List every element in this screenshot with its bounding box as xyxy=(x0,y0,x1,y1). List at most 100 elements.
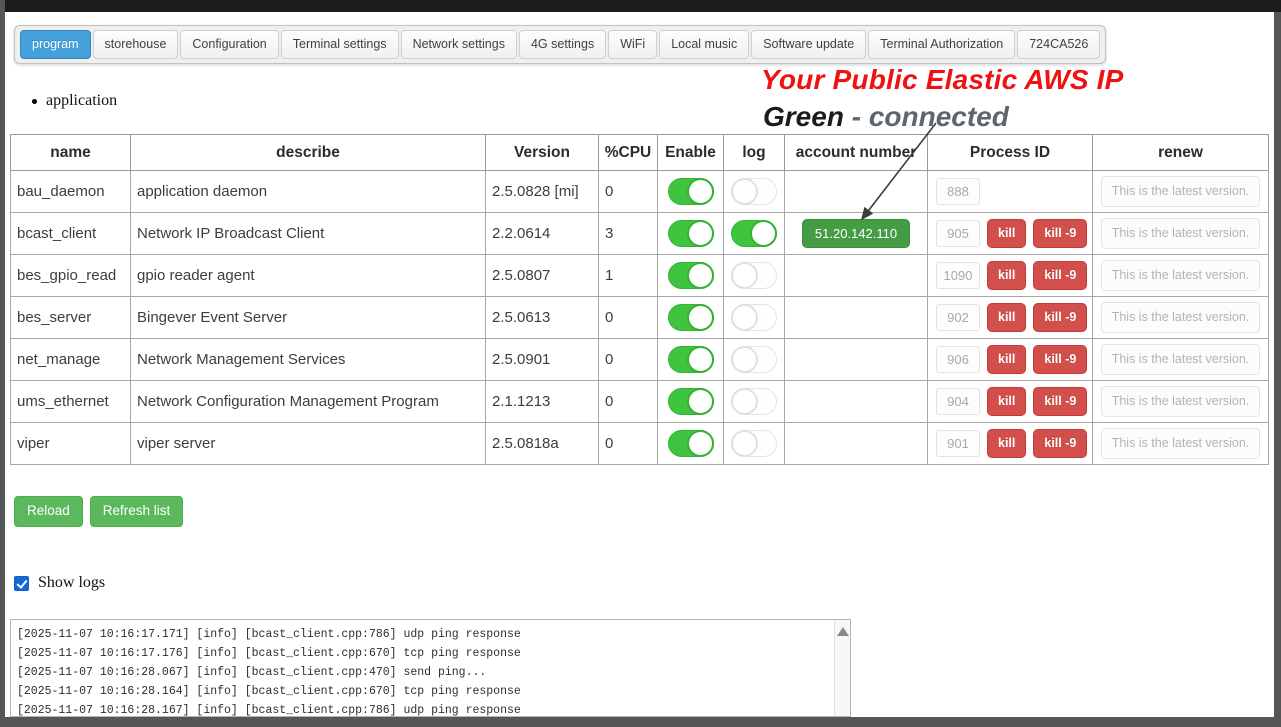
cell-name: net_manage xyxy=(11,339,131,381)
kill-button[interactable]: kill xyxy=(987,429,1026,458)
process-id-box: 904 xyxy=(936,388,980,415)
cell-name: bes_gpio_read xyxy=(11,255,131,297)
enable-toggle[interactable] xyxy=(668,262,714,289)
cell-name: viper xyxy=(11,423,131,465)
show-logs-checkbox[interactable] xyxy=(14,576,29,591)
log-scrollbar[interactable] xyxy=(834,620,850,716)
kill9-button[interactable]: kill -9 xyxy=(1033,345,1087,374)
cell-cpu: 0 xyxy=(599,423,658,465)
tab-terminal-settings[interactable]: Terminal settings xyxy=(281,30,399,59)
table-header-row: namedescribeVersion%CPUEnablelogaccount … xyxy=(11,135,1269,171)
cell-version: 2.5.0828 [mi] xyxy=(486,171,599,213)
toggle-knob xyxy=(731,346,758,373)
annotation-connected-word: - connected xyxy=(852,101,1009,132)
tab-local-music[interactable]: Local music xyxy=(659,30,749,59)
annotation-line1: Your Public Elastic AWS IP xyxy=(761,64,1124,96)
enable-toggle[interactable] xyxy=(668,178,714,205)
log-toggle[interactable] xyxy=(731,178,777,205)
enable-toggle[interactable] xyxy=(668,304,714,331)
show-logs-label: Show logs xyxy=(38,574,105,592)
toggle-knob xyxy=(687,178,714,205)
tab-label: Software update xyxy=(763,37,854,51)
tab-label: Terminal settings xyxy=(293,37,387,51)
log-toggle[interactable] xyxy=(731,388,777,415)
tab-label: program xyxy=(32,37,79,51)
cell-name: bau_daemon xyxy=(11,171,131,213)
toggle-knob xyxy=(687,304,714,331)
log-output[interactable]: [2025-11-07 10:16:17.171] [info] [bcast_… xyxy=(10,619,851,717)
section-label: application xyxy=(46,92,117,110)
reload-button[interactable]: Reload xyxy=(14,496,83,527)
tab-label: storehouse xyxy=(105,37,167,51)
tab-label: Terminal Authorization xyxy=(880,37,1003,51)
renew-status: This is the latest version. xyxy=(1101,302,1261,333)
tab-724ca526[interactable]: 724CA526 xyxy=(1017,30,1100,59)
tab-software-update[interactable]: Software update xyxy=(751,30,866,59)
table-row-bau-daemon: bau_daemon application daemon 2.5.0828 [… xyxy=(11,171,1269,213)
enable-toggle[interactable] xyxy=(668,430,714,457)
kill9-button[interactable]: kill -9 xyxy=(1033,387,1087,416)
section-application: application xyxy=(32,92,117,110)
kill-button[interactable]: kill xyxy=(987,345,1026,374)
tab-label: Configuration xyxy=(192,37,266,51)
toggle-knob xyxy=(687,430,714,457)
tab-wifi[interactable]: WiFi xyxy=(608,30,657,59)
process-id-group: 902 kill kill -9 xyxy=(936,303,1092,332)
log-toggle[interactable] xyxy=(731,346,777,373)
cell-version: 2.5.0807 xyxy=(486,255,599,297)
log-toggle[interactable] xyxy=(731,220,777,247)
tab-label: Network settings xyxy=(413,37,505,51)
toggle-knob xyxy=(731,430,758,457)
kill-button[interactable]: kill xyxy=(987,387,1026,416)
table-row-bes-server: bes_server Bingever Event Server 2.5.061… xyxy=(11,297,1269,339)
cell-version: 2.5.0818a xyxy=(486,423,599,465)
kill9-button[interactable]: kill -9 xyxy=(1033,261,1087,290)
kill9-button[interactable]: kill -9 xyxy=(1033,303,1087,332)
log-line: [2025-11-07 10:16:28.167] [info] [bcast_… xyxy=(17,701,844,717)
kill9-button[interactable]: kill -9 xyxy=(1033,429,1087,458)
column-header-log: log xyxy=(724,135,785,171)
tab-configuration[interactable]: Configuration xyxy=(180,30,278,59)
bullet-icon xyxy=(32,99,37,104)
show-logs-control: Show logs xyxy=(14,574,105,592)
process-table: namedescribeVersion%CPUEnablelogaccount … xyxy=(10,134,1269,465)
cell-cpu: 3 xyxy=(599,213,658,255)
tab-terminal-authorization[interactable]: Terminal Authorization xyxy=(868,30,1015,59)
cell-describe: Network Management Services xyxy=(131,339,486,381)
column-header-describe: describe xyxy=(131,135,486,171)
log-toggle[interactable] xyxy=(731,304,777,331)
log-toggle[interactable] xyxy=(731,262,777,289)
log-line: [2025-11-07 10:16:17.176] [info] [bcast_… xyxy=(17,644,844,663)
scroll-up-icon[interactable] xyxy=(837,627,849,636)
table-row-ums-ethernet: ums_ethernet Network Configuration Manag… xyxy=(11,381,1269,423)
kill9-button[interactable]: kill -9 xyxy=(1033,219,1087,248)
kill-button[interactable]: kill xyxy=(987,303,1026,332)
toggle-knob xyxy=(687,262,714,289)
content-area: program storehouse Configuration Terminal s… xyxy=(5,12,1274,717)
process-id-group: 901 kill kill -9 xyxy=(936,429,1092,458)
enable-toggle[interactable] xyxy=(668,220,714,247)
cell-cpu: 0 xyxy=(599,339,658,381)
table-row-net-manage: net_manage Network Management Services 2… xyxy=(11,339,1269,381)
tab-label: 724CA526 xyxy=(1029,37,1088,51)
tab-program[interactable]: program xyxy=(20,30,91,59)
kill-button[interactable]: kill xyxy=(987,261,1026,290)
cell-name: ums_ethernet xyxy=(11,381,131,423)
tab-network-settings[interactable]: Network settings xyxy=(401,30,517,59)
enable-toggle[interactable] xyxy=(668,346,714,373)
cell-version: 2.5.0613 xyxy=(486,297,599,339)
enable-toggle[interactable] xyxy=(668,388,714,415)
toggle-knob xyxy=(687,346,714,373)
log-toggle[interactable] xyxy=(731,430,777,457)
kill-button[interactable]: kill xyxy=(987,219,1026,248)
refresh-list-button[interactable]: Refresh list xyxy=(90,496,184,527)
tab-label: WiFi xyxy=(620,37,645,51)
cell-version: 2.5.0901 xyxy=(486,339,599,381)
tab-storehouse[interactable]: storehouse xyxy=(93,30,179,59)
tab-4g-settings[interactable]: 4G settings xyxy=(519,30,606,59)
column-header-process-id: Process ID xyxy=(928,135,1093,171)
column-header-version: Version xyxy=(486,135,599,171)
cell-cpu: 0 xyxy=(599,171,658,213)
cell-version: 2.2.0614 xyxy=(486,213,599,255)
toggle-knob xyxy=(750,220,777,247)
